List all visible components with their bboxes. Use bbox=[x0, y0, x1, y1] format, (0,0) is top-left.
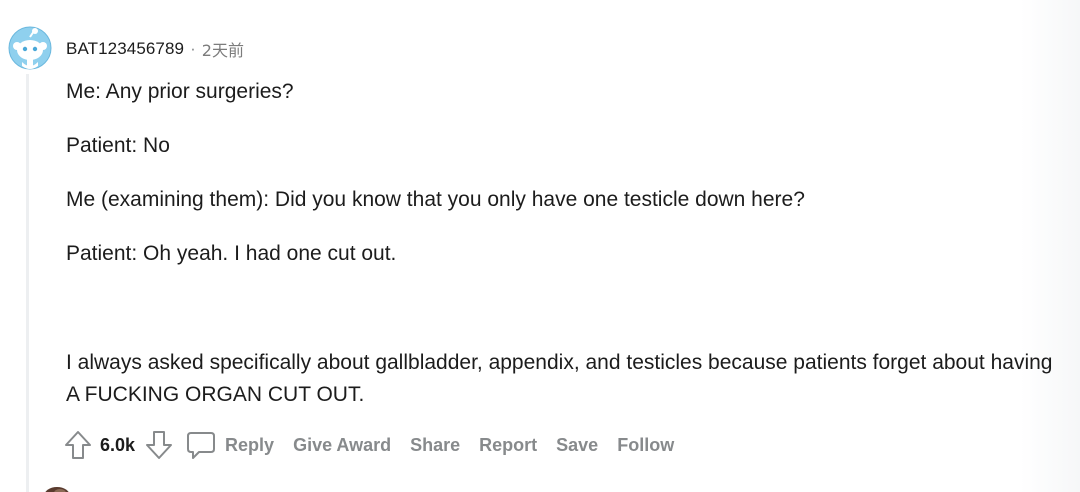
next-comment-avatar-icon[interactable] bbox=[42, 484, 72, 492]
comment-action-bar: 6.0k Reply Give Award Share Report Save … bbox=[62, 428, 693, 462]
comment-page: BAT123456789 · 2天前 Me: Any prior surgeri… bbox=[0, 0, 1080, 492]
report-button[interactable]: Report bbox=[479, 435, 537, 456]
share-button[interactable]: Share bbox=[410, 435, 460, 456]
separator-dot: · bbox=[190, 39, 196, 58]
give-award-button[interactable]: Give Award bbox=[293, 435, 391, 456]
comment-paragraph: Patient: No bbox=[66, 134, 170, 157]
reply-label: Reply bbox=[225, 434, 275, 455]
comment-paragraph: Me (examining them): Did you know that y… bbox=[66, 188, 805, 211]
thread-line[interactable] bbox=[26, 74, 29, 492]
username-link[interactable]: BAT123456789 bbox=[66, 39, 184, 59]
comment-paragraph: Patient: Oh yeah. I had one cut out. bbox=[66, 242, 397, 265]
snoo-avatar-icon[interactable] bbox=[8, 26, 52, 70]
comment-paragraph: I always asked specifically about gallbl… bbox=[66, 351, 1053, 406]
upvote-arrow-icon[interactable] bbox=[62, 429, 94, 461]
speech-bubble-icon bbox=[185, 429, 217, 461]
reply-button[interactable]: Reply bbox=[185, 429, 274, 461]
comment-header: BAT123456789 · 2天前 bbox=[66, 38, 244, 60]
vote-score: 6.0k bbox=[100, 434, 136, 455]
comment-paragraph: Me: Any prior surgeries? bbox=[66, 80, 294, 103]
downvote-arrow-icon[interactable] bbox=[143, 429, 175, 461]
save-button[interactable]: Save bbox=[556, 435, 598, 456]
timestamp[interactable]: 2天前 bbox=[202, 37, 244, 61]
follow-button[interactable]: Follow bbox=[617, 435, 674, 456]
